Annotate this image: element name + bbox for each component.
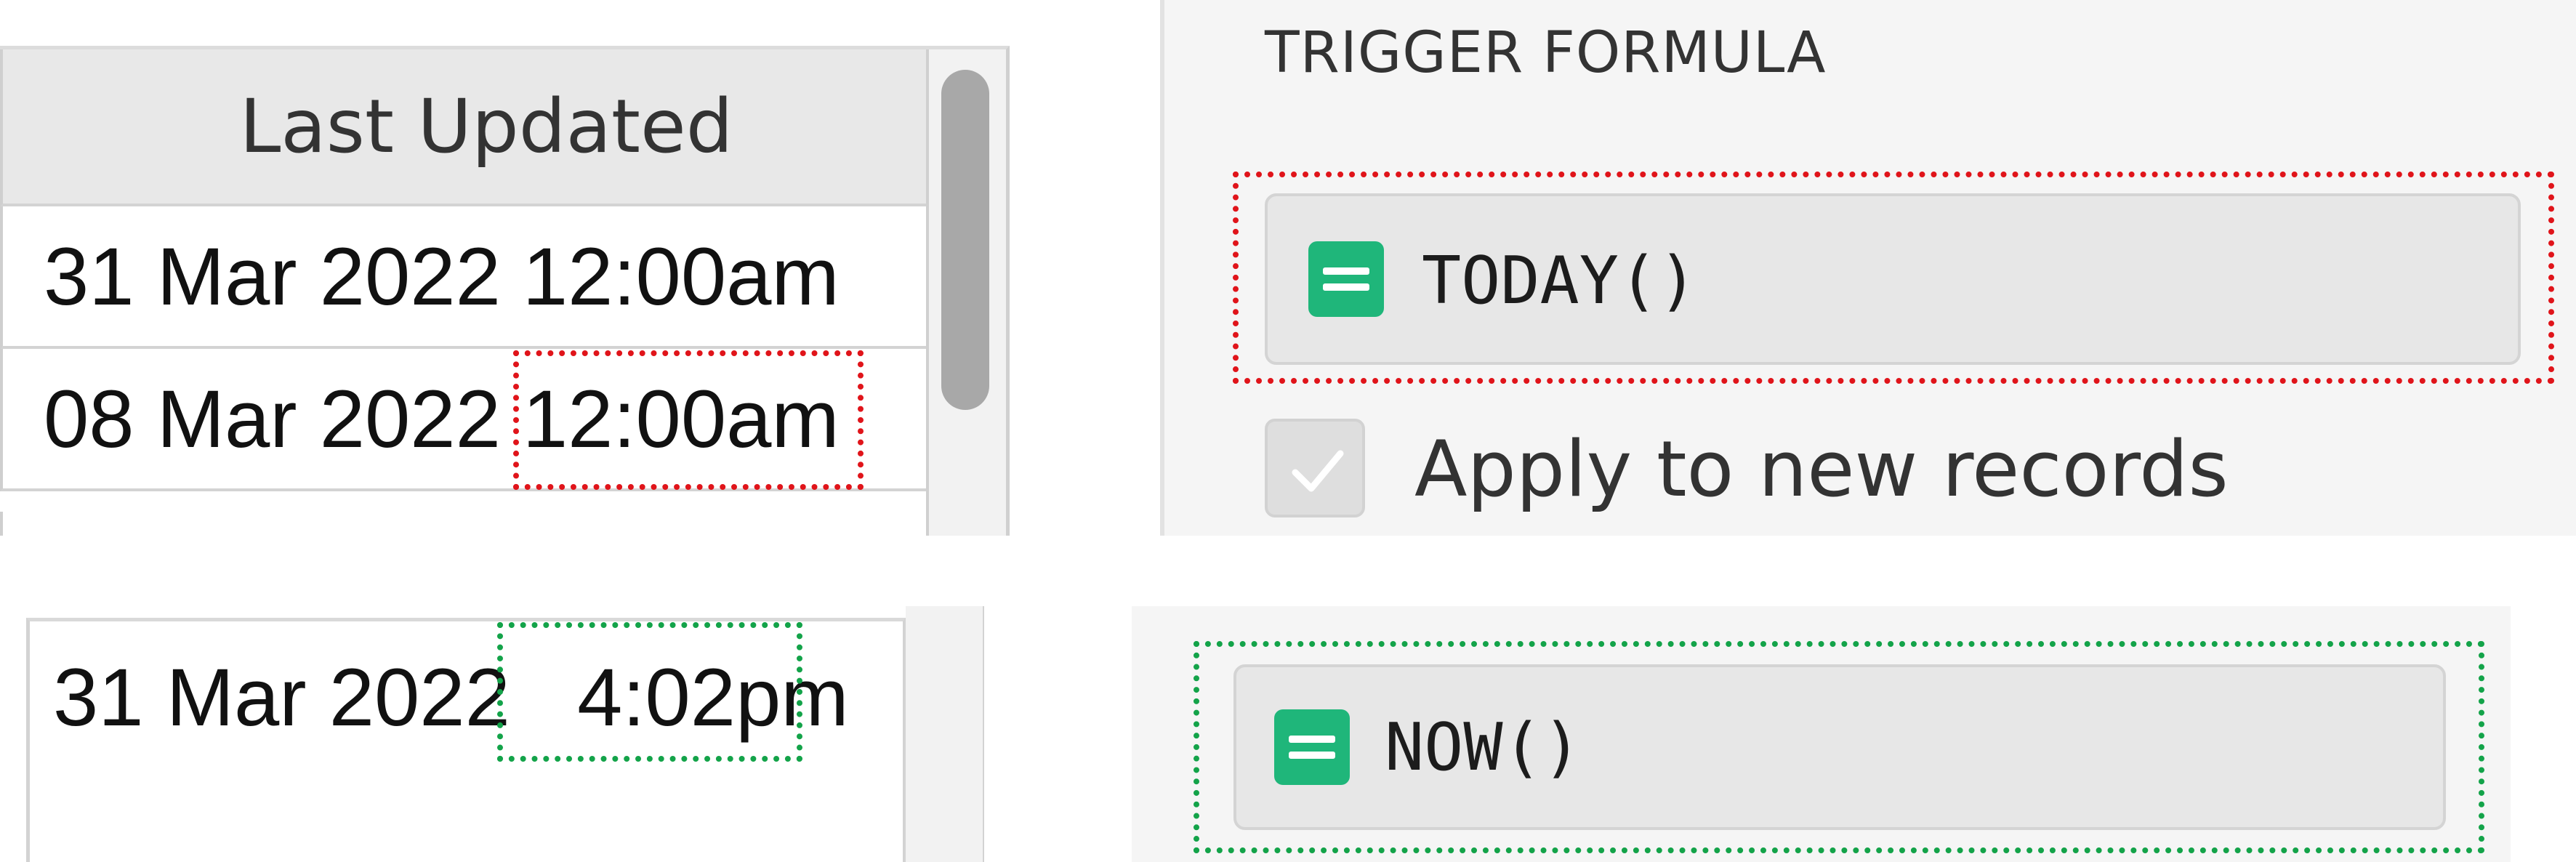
apply-to-new-records-checkbox[interactable] (1265, 419, 1365, 517)
table-row-partial (0, 512, 926, 536)
row-date: 31 Mar 2022 (53, 652, 510, 743)
highlight-formula-now (1194, 641, 2484, 853)
column-header-label: Last Updated (239, 83, 733, 170)
vertical-scrollbar-thumb[interactable] (941, 70, 989, 410)
row-date: 08 Mar 2022 (44, 373, 501, 464)
highlight-formula-today (1233, 172, 2554, 384)
table-row[interactable]: 31 Mar 2022 12:00am (0, 206, 926, 349)
vertical-scrollbar-track[interactable] (906, 606, 984, 862)
row-date: 31 Mar 2022 (44, 230, 501, 322)
row-time: 12:00am (522, 230, 840, 322)
checkmark-icon (1292, 450, 1344, 492)
trigger-formula-label: TRIGGER FORMULA (1265, 20, 1827, 86)
column-header-last-updated[interactable]: Last Updated (0, 49, 926, 206)
highlight-time-midnight (513, 350, 864, 490)
highlight-time-now (497, 622, 802, 762)
apply-to-new-records-label: Apply to new records (1414, 424, 2229, 514)
